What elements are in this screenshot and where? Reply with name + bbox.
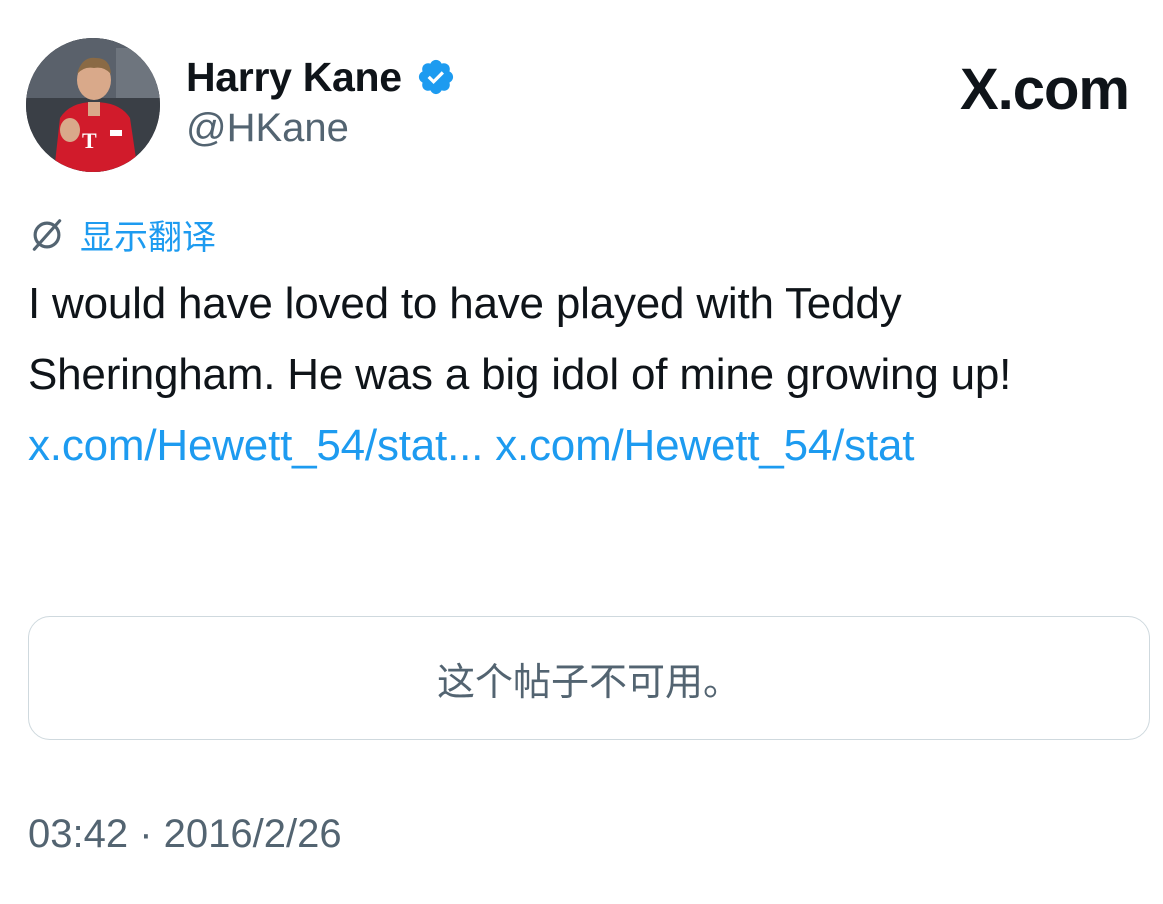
globe-slash-icon [28,216,66,254]
author-handle[interactable]: @HKane [186,106,349,151]
tweet-text: I would have loved to have played with T… [28,279,1012,399]
show-translation-button[interactable]: 显示翻译 [28,210,216,259]
quoted-post-unavailable: 这个帖子不可用。 [28,616,1150,740]
tweet-link-1[interactable]: x.com/Hewett_54/stat... [28,421,483,470]
display-name[interactable]: Harry Kane [186,54,402,101]
show-translation-label: 显示翻译 [80,218,216,258]
author-name-row: Harry Kane [186,52,456,102]
tweet-body: I would have loved to have played with T… [28,268,1138,481]
verified-badge-icon [416,57,456,97]
brand-logo: X.com [959,57,1130,122]
unavailable-message: 这个帖子不可用。 [436,659,741,704]
avatar[interactable]: T [26,38,160,172]
svg-text:T: T [82,128,97,153]
post-timestamp[interactable]: 03:42 · 2016/2/26 [28,812,342,857]
tweet-link-2[interactable]: x.com/Hewett_54/stat [495,421,914,470]
